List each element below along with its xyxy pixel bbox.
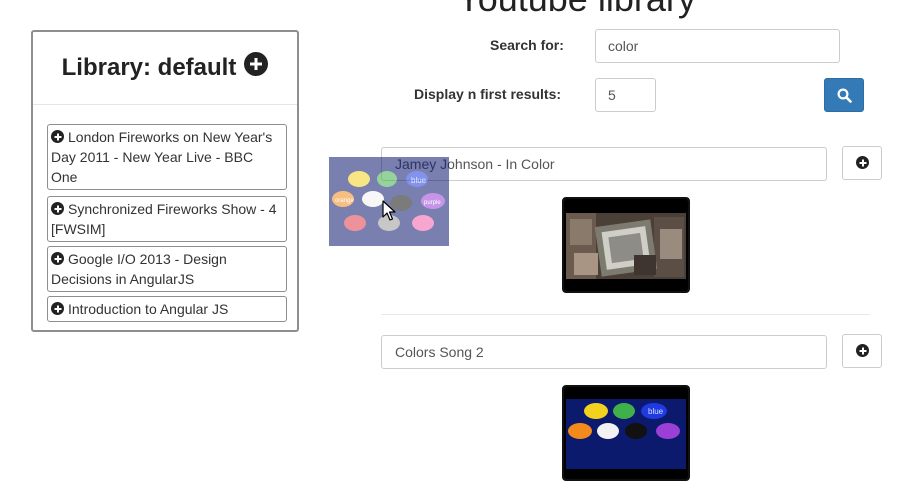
library-item[interactable]: Introduction to Angular JS — [47, 296, 287, 322]
results-count-input[interactable] — [595, 78, 656, 112]
mouse-cursor-icon — [382, 200, 396, 221]
search-icon — [837, 88, 852, 103]
thumb-label-blue: blue — [648, 407, 664, 416]
add-to-library-button[interactable] — [842, 334, 882, 368]
add-library-icon[interactable] — [244, 52, 269, 76]
plus-circle-icon — [856, 156, 869, 169]
library-header: Library: default — [33, 32, 297, 105]
thumbnail-image: blue — [564, 387, 688, 479]
library-item-label: London Fireworks on New Year's Day 2011 … — [51, 129, 273, 185]
result-divider — [381, 314, 870, 315]
library-item[interactable]: London Fireworks on New Year's Day 2011 … — [47, 124, 287, 190]
ghost-label-blue: blue — [411, 176, 427, 185]
video-thumbnail[interactable] — [562, 197, 690, 293]
thumbnail-image — [564, 199, 688, 291]
plus-circle-icon — [856, 344, 869, 357]
search-input[interactable] — [595, 29, 840, 63]
library-item-label: Google I/O 2013 - Design Decisions in An… — [51, 251, 227, 287]
plus-circle-icon[interactable] — [51, 252, 64, 265]
library-item-label: Introduction to Angular JS — [68, 301, 229, 317]
add-to-library-button[interactable] — [842, 146, 882, 180]
plus-circle-icon[interactable] — [51, 302, 64, 315]
results-count-label: Display n first results: — [414, 86, 562, 102]
plus-circle-icon[interactable] — [51, 130, 64, 143]
ghost-label-purple: purple — [424, 200, 441, 206]
search-button[interactable] — [824, 78, 864, 112]
library-item[interactable]: Synchronized Fireworks Show - 4 [FWSIM] — [47, 196, 287, 242]
plus-circle-icon[interactable] — [51, 202, 64, 215]
page-title: Youtube library — [457, 0, 696, 20]
library-title: Library: default — [61, 54, 237, 81]
result-title: Colors Song 2 — [381, 335, 827, 369]
search-label: Search for: — [490, 37, 564, 53]
library-item[interactable]: Google I/O 2013 - Design Decisions in An… — [47, 246, 287, 292]
ghost-label-orange: orange — [335, 198, 354, 204]
library-panel: Library: default London Fireworks on New… — [31, 30, 299, 332]
library-item-label: Synchronized Fireworks Show - 4 [FWSIM] — [51, 201, 277, 237]
video-thumbnail[interactable]: blue — [562, 385, 690, 481]
